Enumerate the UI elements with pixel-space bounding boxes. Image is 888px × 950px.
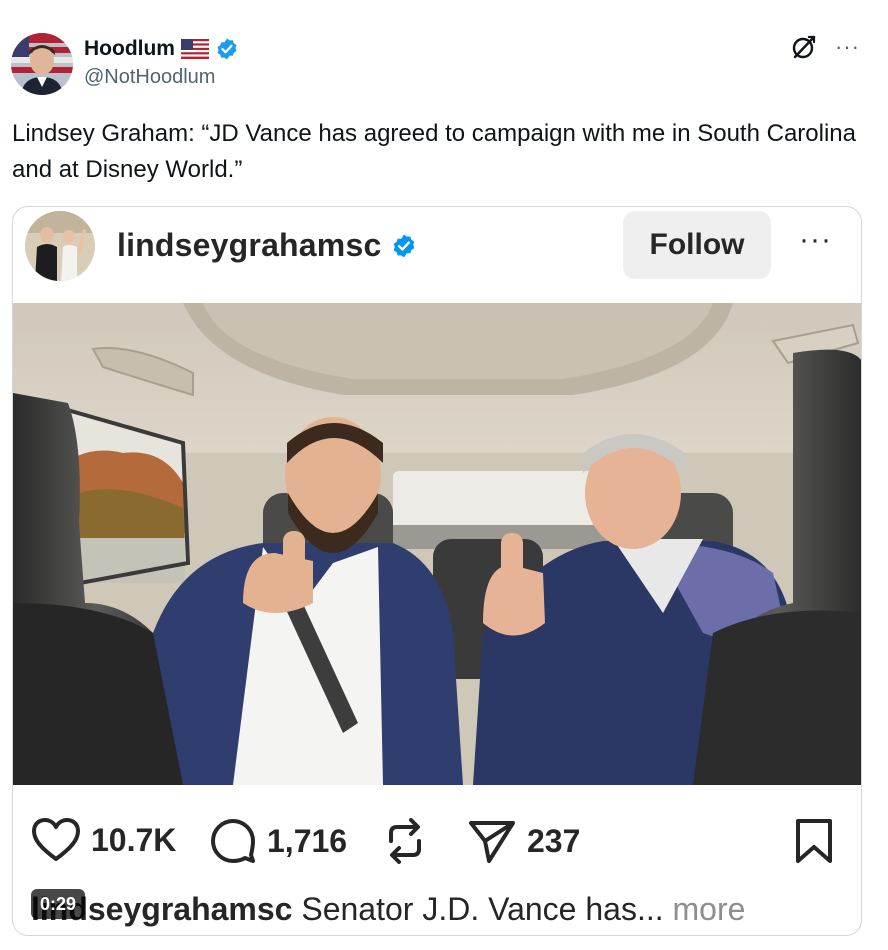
comment-action[interactable]: 1,716 — [209, 817, 347, 865]
us-flag-icon — [180, 39, 209, 59]
verified-badge-icon[interactable] — [215, 37, 239, 61]
instagram-header: lindseygrahamsc Follow ··· — [13, 207, 861, 303]
bookmark-icon[interactable] — [793, 817, 835, 870]
comment-count: 1,716 — [267, 822, 348, 859]
more-options-icon[interactable]: ··· — [835, 36, 860, 58]
tweet-top-actions: ··· — [791, 34, 860, 60]
author-display-name[interactable]: Hoodlum — [84, 37, 175, 61]
follow-button[interactable]: Follow — [623, 211, 771, 279]
grok-icon[interactable] — [791, 34, 817, 60]
instagram-username[interactable]: lindseygrahamsc — [117, 227, 381, 264]
author-info: Hoodlum @NotHoodlum — [84, 36, 239, 89]
repost-action[interactable] — [383, 817, 427, 865]
caption-text: Senator J.D. Vance has... — [292, 891, 673, 927]
instagram-user: lindseygrahamsc — [117, 227, 417, 264]
post-caption: lindseygrahamsc Senator J.D. Vance has..… — [31, 891, 745, 928]
share-count: 237 — [527, 822, 581, 859]
author-avatar[interactable] — [11, 33, 73, 95]
comment-icon — [209, 817, 257, 865]
like-count: 10.7K — [91, 821, 177, 858]
post-video[interactable] — [13, 303, 861, 785]
caption-more-link[interactable]: more — [673, 891, 746, 927]
video-duration-badge: 0:29 — [31, 889, 86, 919]
heart-icon — [31, 817, 81, 863]
instagram-avatar[interactable] — [25, 211, 95, 281]
instagram-verified-icon — [391, 233, 417, 259]
like-action[interactable]: 10.7K — [31, 817, 176, 863]
tweet-text: Lindsey Graham: “JD Vance has agreed to … — [12, 120, 856, 183]
author-name-row: Hoodlum — [84, 36, 239, 62]
send-icon — [467, 817, 517, 865]
instagram-actions: 10.7K 1,716 237 — [13, 807, 861, 877]
repost-icon — [383, 817, 427, 865]
author-handle[interactable]: @NotHoodlum — [84, 66, 239, 89]
instagram-more-icon[interactable]: ··· — [799, 225, 832, 255]
instagram-embed-card[interactable]: lindseygrahamsc Follow ··· 10.7K 1,716 2… — [12, 206, 862, 936]
share-action[interactable]: 237 — [467, 817, 580, 865]
